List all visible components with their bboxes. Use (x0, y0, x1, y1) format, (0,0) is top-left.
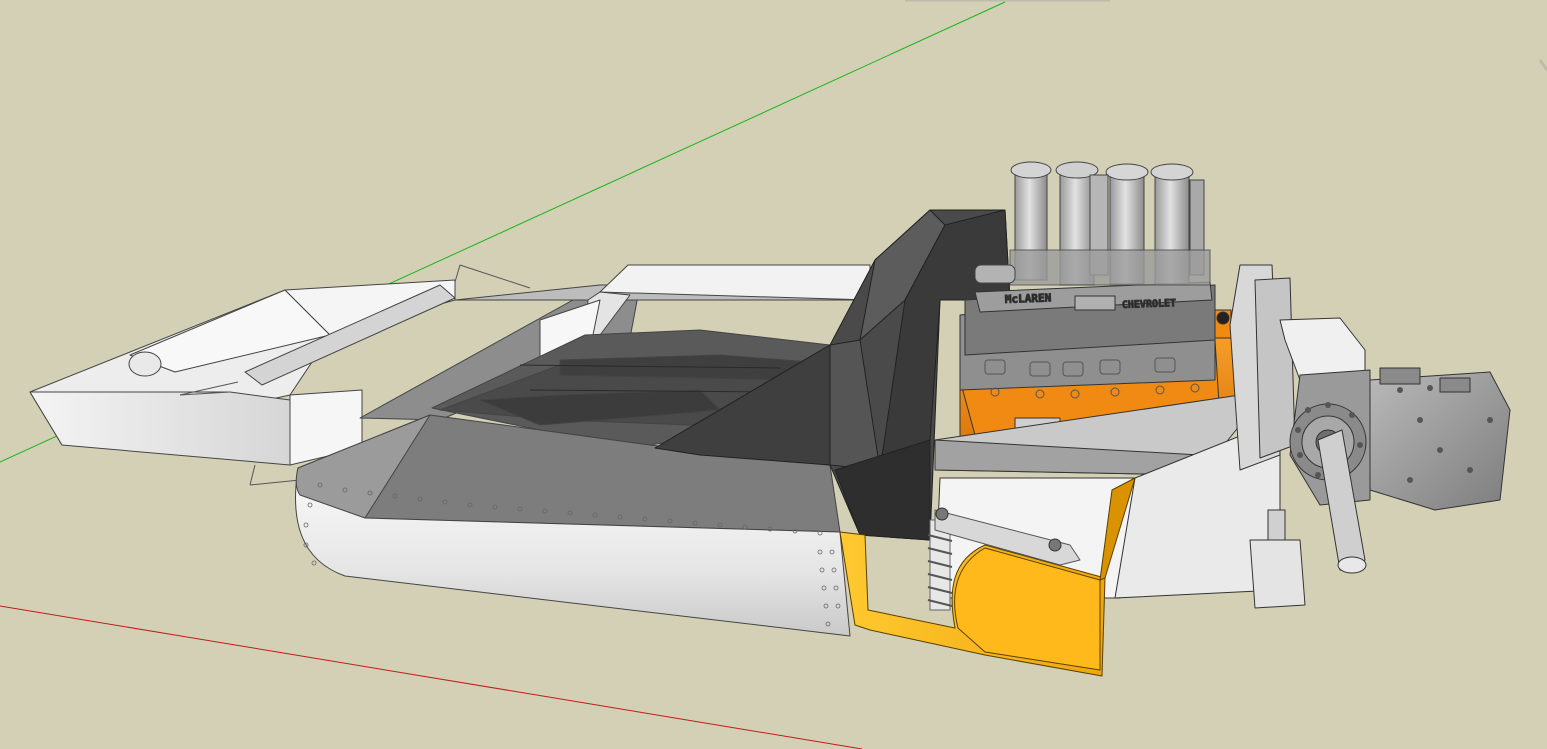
race-car-chassis-model[interactable]: McLAREN CHEVROLET (29, 161, 1511, 677)
valve-cover-label-right: CHEVROLET (1122, 298, 1177, 311)
valve-cover-label-left: McLAREN (1005, 291, 1052, 306)
grey-edge-right (1538, 59, 1547, 71)
intake-trumpets[interactable] (974, 161, 1211, 286)
red-axis (0, 605, 863, 749)
3d-scene[interactable]: McLAREN CHEVROLET (0, 0, 1547, 749)
gearbox[interactable] (1289, 367, 1511, 574)
modeling-viewport[interactable]: McLAREN CHEVROLET (0, 0, 1547, 749)
